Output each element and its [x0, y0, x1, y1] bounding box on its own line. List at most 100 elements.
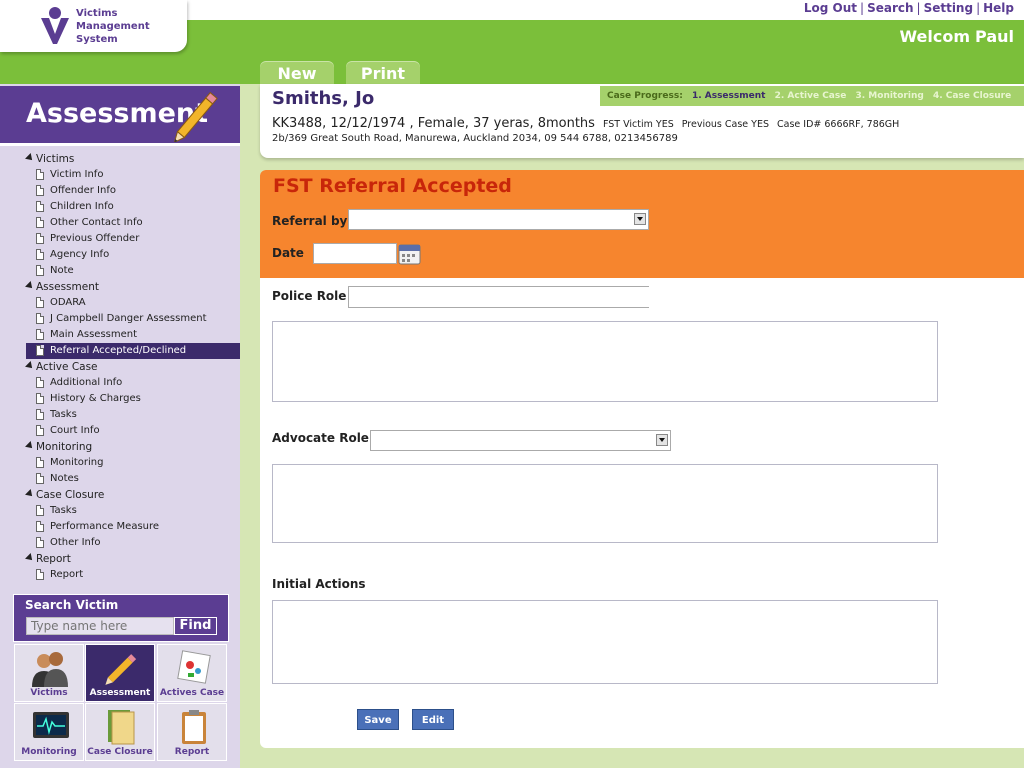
document-icon [36, 393, 44, 404]
document-icon [36, 201, 44, 212]
progress-step-active-case[interactable]: 2. Active Case [775, 91, 847, 101]
document-icon [36, 409, 44, 420]
referral-by-select[interactable] [348, 209, 649, 230]
nav-item-label: Other Info [50, 537, 101, 548]
police-role-textarea[interactable] [272, 321, 938, 402]
nav-item-notes[interactable]: Notes [26, 471, 240, 487]
previous-case-status: Previous Case YES [681, 119, 770, 130]
advocate-role-select[interactable] [370, 430, 671, 451]
nav-item-label: Performance Measure [50, 521, 160, 532]
police-role-input[interactable] [348, 286, 649, 308]
date-input[interactable] [313, 243, 397, 264]
logo-line-1: Victims [76, 8, 118, 19]
nav-item-agency-info[interactable]: Agency Info [26, 247, 240, 263]
collapse-arrow-icon [25, 361, 35, 371]
logout-link[interactable]: Log Out [804, 1, 857, 15]
nav-group-label: Active Case [36, 361, 98, 373]
edit-button[interactable]: Edit [412, 709, 454, 730]
search-input[interactable] [26, 617, 174, 635]
nav-group-report[interactable]: Report [25, 551, 240, 567]
nav-item-other-contact-info[interactable]: Other Contact Info [26, 215, 240, 231]
nav-group-monitoring[interactable]: Monitoring [25, 439, 240, 455]
search-link[interactable]: Search [867, 1, 913, 15]
document-icon [36, 521, 44, 532]
collapse-arrow-icon [25, 489, 35, 499]
tile-assessment[interactable]: Assessment [85, 644, 155, 702]
nav-item-other-info[interactable]: Other Info [26, 535, 240, 551]
nav-item-label: Monitoring [50, 457, 104, 468]
victim-name: Smiths, Jo [272, 88, 375, 109]
tile-actives-case[interactable]: Actives Case [157, 644, 227, 702]
tile-label: Report [174, 747, 210, 757]
tile-victims[interactable]: Victims [14, 644, 84, 702]
advocate-role-textarea[interactable] [272, 464, 938, 543]
document-icon [36, 169, 44, 180]
nav-group-assessment[interactable]: Assessment [25, 279, 240, 295]
nav-group-victims[interactable]: Victims [25, 151, 240, 167]
collapse-arrow-icon [25, 153, 35, 163]
nav-item-closure-tasks[interactable]: Tasks [26, 503, 240, 519]
nav-item-label: Additional Info [50, 377, 123, 388]
separator: | [916, 1, 921, 15]
progress-step-monitoring[interactable]: 3. Monitoring [855, 91, 923, 101]
calendar-icon[interactable] [398, 242, 421, 265]
nav-item-label: Tasks [50, 409, 77, 420]
setting-link[interactable]: Setting [924, 1, 974, 15]
progress-step-case-closure[interactable]: 4. Case Closure [933, 91, 1011, 101]
nav-item-children-info[interactable]: Children Info [26, 199, 240, 215]
nav-item-performance-measure[interactable]: Performance Measure [26, 519, 240, 535]
help-link[interactable]: Help [983, 1, 1014, 15]
nav-item-campbell-danger-assessment[interactable]: J Campbell Danger Assessment [26, 311, 240, 327]
tile-report[interactable]: Report [157, 703, 227, 761]
document-icon [36, 377, 44, 388]
logo[interactable]: Victims Management System [0, 0, 187, 52]
sidebar-nav: Victims Victim Info Offender Info Childr… [25, 151, 240, 583]
logo-text: Victims Management System [76, 7, 150, 46]
tile-case-closure[interactable]: Case Closure [85, 703, 155, 761]
nav-item-label: Tasks [50, 505, 77, 516]
collapse-arrow-icon [25, 553, 35, 563]
nav-item-note[interactable]: Note [26, 263, 240, 279]
form-title: FST Referral Accepted [273, 175, 512, 197]
nav-group-active-case[interactable]: Active Case [25, 359, 240, 375]
nav-group-label: Assessment [36, 281, 99, 293]
nav-item-monitoring[interactable]: Monitoring [26, 455, 240, 471]
document-icon [36, 425, 44, 436]
nav-item-history-charges[interactable]: History & Charges [26, 391, 240, 407]
document-icon [36, 345, 44, 356]
nav-group-case-closure[interactable]: Case Closure [25, 487, 240, 503]
find-button[interactable]: Find [174, 617, 217, 635]
separator: | [976, 1, 981, 15]
nav-item-odara[interactable]: ODARA [26, 295, 240, 311]
nav-item-label: Notes [50, 473, 79, 484]
chevron-down-icon [656, 434, 668, 446]
document-icon [36, 265, 44, 276]
nav-item-tasks[interactable]: Tasks [26, 407, 240, 423]
nav-item-court-info[interactable]: Court Info [26, 423, 240, 439]
nav-item-referral-accepted-declined[interactable]: Referral Accepted/Declined [26, 343, 240, 359]
nav-item-report[interactable]: Report [26, 567, 240, 583]
print-button[interactable]: Print [346, 61, 420, 84]
initial-actions-textarea[interactable] [272, 600, 938, 684]
nav-item-label: Report [50, 569, 84, 580]
nav-item-victim-info[interactable]: Victim Info [26, 167, 240, 183]
nav-item-offender-info[interactable]: Offender Info [26, 183, 240, 199]
nav-item-main-assessment[interactable]: Main Assessment [26, 327, 240, 343]
save-button[interactable]: Save [357, 709, 399, 730]
welcome-user-name: Paul [975, 27, 1014, 46]
welcome-message: Welcom Paul [899, 27, 1014, 46]
new-button[interactable]: New [260, 61, 334, 84]
nav-item-additional-info[interactable]: Additional Info [26, 375, 240, 391]
search-victim-label: Search Victim [25, 598, 119, 612]
active-case-icon [177, 650, 211, 684]
monitor-icon [33, 712, 69, 738]
document-icon [36, 297, 44, 308]
tile-monitoring[interactable]: Monitoring [14, 703, 84, 761]
chevron-down-icon [634, 213, 646, 225]
nav-item-previous-offender[interactable]: Previous Offender [26, 231, 240, 247]
pencil-icon [173, 91, 218, 142]
document-icon [36, 313, 44, 324]
pencil-icon [105, 654, 137, 685]
progress-step-assessment[interactable]: 1. Assessment [692, 91, 766, 101]
clipboard-icon [182, 710, 206, 744]
